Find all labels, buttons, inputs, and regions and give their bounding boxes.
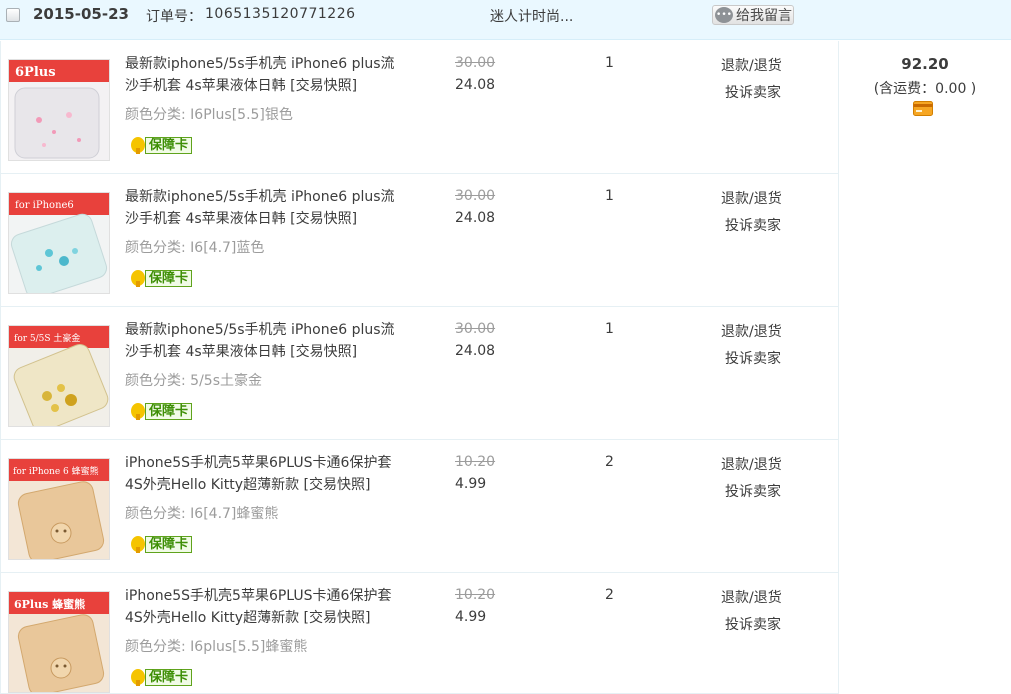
order-item-row: 6Plus 蜂蜜熊 iPhone5S手机壳5苹果6PLUS卡通6保护套4S外壳H… [0,573,838,694]
product-thumbnail[interactable]: 6Plus [8,59,110,161]
guarantee-card-label: 保障卡 [145,403,193,420]
original-price: 30.00 [455,188,496,204]
current-price: 24.08 [455,343,496,359]
refund-return-link[interactable]: 退款/退货 [721,188,782,208]
order-total-panel: 92.20 (含运费：0.00 ) [838,41,1011,694]
order-number-label: 订单号： [146,9,202,25]
product-title-link[interactable]: iPhone5S手机壳5苹果6PLUS卡通6保护套4S外壳Hello Kitty… [125,585,405,629]
quantity: 1 [605,321,614,337]
quantity: 1 [605,188,614,204]
order-total-amount: 92.20 [901,55,949,73]
product-title-link[interactable]: iPhone5S手机壳5苹果6PLUS卡通6保护套4S外壳Hello Kitty… [125,452,405,496]
refund-return-link[interactable]: 退款/退货 [721,587,782,607]
thumb-caption: for iPhone6 [15,200,74,211]
product-thumbnail[interactable]: 6Plus 蜂蜜熊 [8,591,110,693]
current-price: 4.99 [455,476,487,492]
guarantee-card-label: 保障卡 [145,137,193,154]
complain-seller-link[interactable]: 投诉卖家 [725,82,781,102]
product-spec: 颜色分类: I6[4.7]蜂蜜熊 [125,506,279,522]
order-item-row: for iPhone 6 蜂蜜熊 iPhone5S手机壳5苹果6PLUS卡通6保… [0,440,838,573]
thumb-caption: 6Plus [15,65,56,80]
leave-message-button[interactable]: ••• 给我留言 [712,5,794,25]
guarantee-card-label: 保障卡 [145,536,193,553]
guarantee-card-badge[interactable]: 保障卡 [129,136,193,155]
complain-seller-link[interactable]: 投诉卖家 [725,215,781,235]
phone-case-image: 6Plus [9,60,109,160]
leave-message-label: 给我留言 [736,8,792,24]
quantity: 2 [605,587,614,603]
phone-case-image: for 5/5S 土豪金 [9,326,109,426]
complain-seller-link[interactable]: 投诉卖家 [725,614,781,634]
phone-case-image: for iPhone 6 蜂蜜熊 [9,459,109,559]
guarantee-card-badge[interactable]: 保障卡 [129,269,193,288]
order-date: 2015-05-23 [33,5,129,23]
product-spec: 颜色分类: I6[4.7]蓝色 [125,240,265,256]
product-thumbnail[interactable]: for 5/5S 土豪金 [8,325,110,427]
quantity: 1 [605,55,614,71]
thumb-caption: for iPhone 6 蜂蜜熊 [13,465,99,477]
product-spec: 颜色分类: 5/5s土豪金 [125,373,262,389]
guarantee-card-badge[interactable]: 保障卡 [129,402,193,421]
product-title-link[interactable]: 最新款iphone5/5s手机壳 iPhone6 plus流沙手机套 4s苹果液… [125,319,405,363]
order-header: 2015-05-23 订单号： 1065135120771226 迷人计时尚..… [0,0,1011,40]
quantity: 2 [605,454,614,470]
order-item-row: for iPhone6 最新款iphone5/5s手机壳 iPhone6 plu… [0,174,838,307]
guarantee-card-label: 保障卡 [145,270,193,287]
order-select-checkbox[interactable] [6,8,20,22]
guarantee-card-badge[interactable]: 保障卡 [129,668,193,687]
order-number: 1065135120771226 [205,6,356,22]
thumb-caption: 6Plus 蜂蜜熊 [14,597,85,611]
refund-return-link[interactable]: 退款/退货 [721,321,782,341]
current-price: 24.08 [455,210,496,226]
original-price: 10.20 [455,587,496,603]
original-price: 30.00 [455,321,496,337]
guarantee-card-badge[interactable]: 保障卡 [129,535,193,554]
product-thumbnail[interactable]: for iPhone6 [8,192,110,294]
current-price: 4.99 [455,609,487,625]
product-title-link[interactable]: 最新款iphone5/5s手机壳 iPhone6 plus流沙手机套 4s苹果液… [125,53,405,97]
refund-return-link[interactable]: 退款/退货 [721,454,782,474]
speech-bubble-icon: ••• [715,7,733,23]
phone-case-image: for iPhone6 [9,193,109,293]
product-title-link[interactable]: 最新款iphone5/5s手机壳 iPhone6 plus流沙手机套 4s苹果液… [125,186,405,230]
order-item-row: 6Plus 最新款iphone5/5s手机壳 iPhone6 plus流沙手机套… [0,41,838,174]
original-price: 30.00 [455,55,496,71]
shop-name-link[interactable]: 迷人计时尚... [490,6,573,26]
current-price: 24.08 [455,77,496,93]
product-spec: 颜色分类: I6Plus[5.5]银色 [125,107,293,123]
refund-return-link[interactable]: 退款/退货 [721,55,782,75]
bank-card-icon[interactable] [913,101,933,116]
complain-seller-link[interactable]: 投诉卖家 [725,481,781,501]
product-spec: 颜色分类: I6plus[5.5]蜂蜜熊 [125,639,308,655]
order-item-row: for 5/5S 土豪金 最新款iphone5/5s手机壳 iPhone6 pl… [0,307,838,440]
phone-case-image: 6Plus 蜂蜜熊 [9,592,109,692]
original-price: 10.20 [455,454,496,470]
thumb-caption: for 5/5S 土豪金 [14,332,80,344]
guarantee-card-label: 保障卡 [145,669,193,686]
complain-seller-link[interactable]: 投诉卖家 [725,348,781,368]
product-thumbnail[interactable]: for iPhone 6 蜂蜜熊 [8,458,110,560]
shipping-fee-note: (含运费：0.00 ) [873,81,977,97]
